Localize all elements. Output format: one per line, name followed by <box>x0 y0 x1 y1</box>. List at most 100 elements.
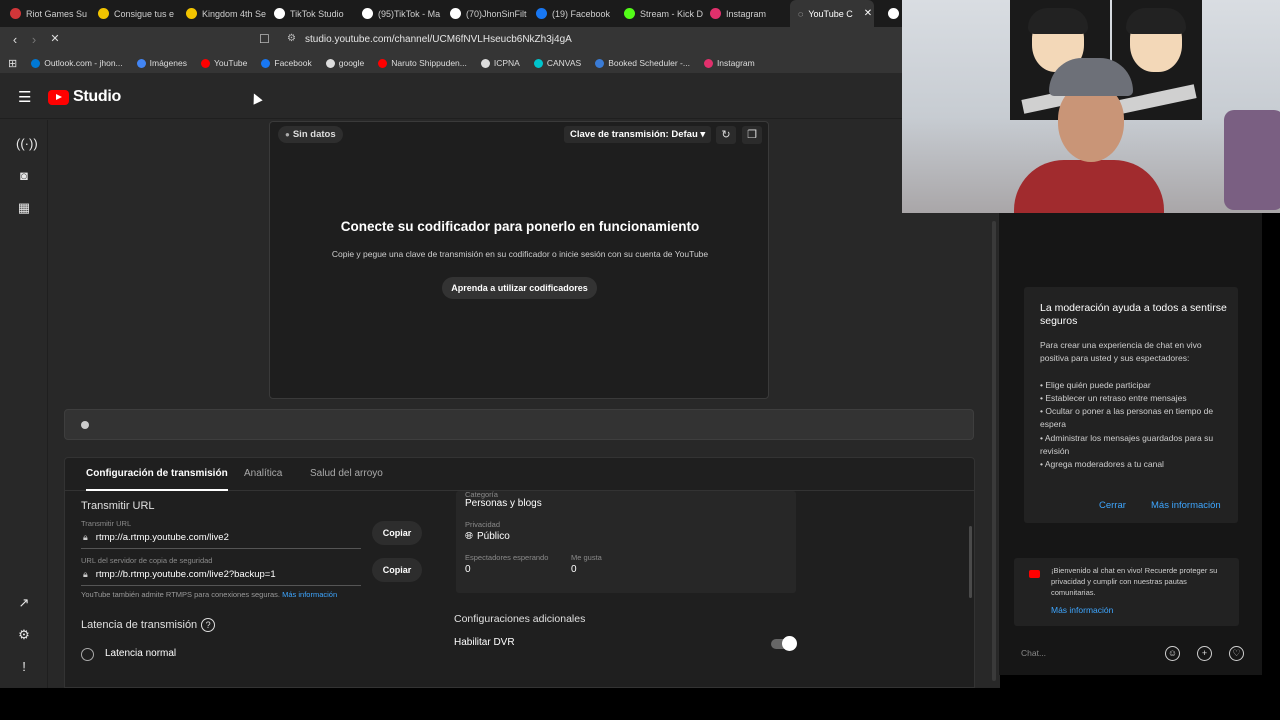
browser-tab[interactable]: Kingdom 4th Se <box>178 0 266 27</box>
tab-label: Instagram <box>726 8 767 19</box>
tab-favicon-icon <box>10 8 21 19</box>
apps-icon[interactable]: ⊞ <box>8 57 17 70</box>
category-value: Personas y blogs <box>465 498 542 509</box>
bookmark-label: google <box>338 58 365 68</box>
bookmark-favicon-icon <box>595 58 605 68</box>
moderation-card: La moderación ayuda a todos a sentirse s… <box>1024 287 1238 523</box>
browser-tab[interactable]: Riot Games Su <box>2 0 90 27</box>
tab-label: Stream - Kick D <box>640 8 704 19</box>
bookmark-item[interactable]: Imágenes <box>136 58 187 68</box>
privacy-value-text: Público <box>477 531 510 542</box>
latency-normal-label: Latencia normal <box>105 648 177 659</box>
welcome-message: ¡Bienvenido al chat en vivo! Recuerde pr… <box>1014 558 1239 626</box>
welcome-more-info-link[interactable]: Más información <box>1051 605 1113 615</box>
moderation-intro: Para crear una experiencia de chat en vi… <box>1040 340 1202 364</box>
webcam-overlay <box>902 0 1280 213</box>
bookmark-favicon-icon <box>136 58 146 68</box>
bookmark-item[interactable]: Instagram <box>703 58 755 68</box>
bookmark-label: Imágenes <box>149 58 187 68</box>
latency-normal-radio[interactable] <box>81 648 94 661</box>
youtube-icon <box>1029 570 1040 578</box>
bookmark-label: CANVAS <box>546 58 582 68</box>
bookmark-item[interactable]: YouTube <box>200 58 247 68</box>
bookmark-item[interactable]: Facebook <box>261 58 312 68</box>
emoji-icon[interactable]: ☺ <box>1165 646 1180 661</box>
bookmark-favicon-icon <box>31 58 41 68</box>
mouse-cursor <box>249 91 263 105</box>
tab-analytics[interactable]: Analítica <box>244 468 282 479</box>
settings-icon[interactable]: ⚙ <box>16 627 32 643</box>
more-info-button[interactable]: Más información <box>1151 500 1221 511</box>
tab-stream-health[interactable]: Salud del arroyo <box>310 468 383 479</box>
tab-label: TikTok Studio <box>290 8 344 19</box>
refresh-icon[interactable]: ↻ <box>716 126 736 144</box>
browser-tab[interactable]: (19) Facebook <box>528 0 616 27</box>
copy-icon[interactable]: ❐ <box>742 126 762 144</box>
menu-icon[interactable]: ☰ <box>18 88 31 106</box>
stop-loading-icon[interactable]: ✕ <box>45 32 65 45</box>
chat-input[interactable]: Chat... ☺ + ♡ <box>999 638 1263 668</box>
preview-title: Conecte su codificador para ponerlo en f… <box>340 219 700 234</box>
transmit-url-field[interactable]: 🔒︎ rtmp://a.rtmp.youtube.com/live2 <box>83 532 229 543</box>
transmit-url-title: Transmitir URL <box>81 500 155 512</box>
bookmark-item[interactable]: Outlook.com - jhon... <box>31 58 123 68</box>
url-field[interactable]: studio.youtube.com/channel/UCM6fNVLHseuc… <box>305 34 572 45</box>
backup-url-field[interactable]: 🔒︎ rtmp://b.rtmp.youtube.com/live2?backu… <box>83 569 276 580</box>
learn-encoders-button[interactable]: Aprenda a utilizar codificadores <box>442 277 597 299</box>
add-icon[interactable]: + <box>1197 646 1212 661</box>
page-scrollbar[interactable] <box>992 221 996 681</box>
browser-tab[interactable]: TikTok Studio <box>266 0 354 27</box>
calendar-icon[interactable]: ▦ <box>16 200 32 216</box>
browser-tab[interactable]: Instagram <box>702 0 788 27</box>
background-bag <box>1224 110 1280 210</box>
browser-tab[interactable]: Consigue tus e <box>90 0 178 27</box>
heart-icon[interactable]: ♡ <box>1229 646 1244 661</box>
bookmark-item[interactable]: Naruto Shippuden... <box>378 58 467 68</box>
bookmark-item[interactable]: ICPNA <box>480 58 520 68</box>
bookmark-label: Instagram <box>716 58 755 68</box>
lock-icon: 🔒︎ <box>83 569 88 579</box>
close-button[interactable]: Cerrar <box>1099 500 1126 511</box>
bookmark-label: ICPNA <box>493 58 520 68</box>
dvr-toggle[interactable] <box>771 636 797 651</box>
external-link-icon[interactable]: ↗ <box>16 595 32 611</box>
bookmark-icon[interactable]: ☐ <box>259 32 270 46</box>
waiting-value: 0 <box>465 564 471 575</box>
tab-favicon-icon <box>362 8 373 19</box>
bookmark-item[interactable]: CANVAS <box>533 58 582 68</box>
tab-label: Consigue tus e <box>114 8 175 19</box>
tab-stream-settings[interactable]: Configuración de transmisión <box>86 468 228 491</box>
new-tab-google[interactable] <box>880 0 902 27</box>
bookmark-item[interactable]: google <box>325 58 365 68</box>
browser-tab[interactable]: Stream - Kick D <box>616 0 704 27</box>
stream-key-dropdown[interactable]: Clave de transmisión: Defau ▾ <box>564 126 712 143</box>
help-icon[interactable]: ? <box>201 618 216 632</box>
settings-tabs: Configuración de transmisión Analítica S… <box>65 458 974 491</box>
camera-icon[interactable]: ◙ <box>16 168 32 184</box>
additional-settings-title: Configuraciones adicionales <box>454 613 586 625</box>
stream-icon[interactable]: ((·)) <box>16 136 38 152</box>
studio-logo[interactable]: Studio <box>48 88 121 106</box>
tab-label: (95)TikTok - Ma <box>378 8 441 19</box>
more-info-link[interactable]: Más información <box>282 590 337 599</box>
browser-tab[interactable]: (95)TikTok - Ma <box>354 0 442 27</box>
status-dot <box>81 421 89 429</box>
copy-url-button[interactable]: Copiar <box>372 521 422 545</box>
backup-url-value: rtmp://b.rtmp.youtube.com/live2?backup=1 <box>95 569 276 580</box>
copy-backup-button[interactable]: Copiar <box>372 558 422 582</box>
tab-favicon-icon <box>624 8 635 19</box>
site-info-icon[interactable]: ⚙ <box>287 33 296 44</box>
forward-icon[interactable]: › <box>24 32 44 47</box>
browser-tab[interactable]: (70)JhonSinFilt <box>442 0 528 27</box>
stream-key-label: Clave de transmisión: Defau <box>570 129 698 140</box>
youtube-studio: ☰ Studio ((·)) ◙ ▦ ↗ ⚙ ! Sin datos Clave… <box>0 73 1000 688</box>
tab-youtube-studio[interactable]: ◌ YouTube C ✕ <box>790 0 874 27</box>
bookmark-label: Outlook.com - jhon... <box>44 58 123 68</box>
loading-icon: ◌ <box>798 8 804 19</box>
back-icon[interactable]: ‹ <box>5 32 25 47</box>
close-tab-icon[interactable]: ✕ <box>864 8 872 19</box>
feedback-icon[interactable]: ! <box>16 659 32 675</box>
transmit-url-value: rtmp://a.rtmp.youtube.com/live2 <box>95 532 229 543</box>
bookmark-item[interactable]: Booked Scheduler -... <box>595 58 690 68</box>
panel-scrollbar[interactable] <box>969 526 972 598</box>
